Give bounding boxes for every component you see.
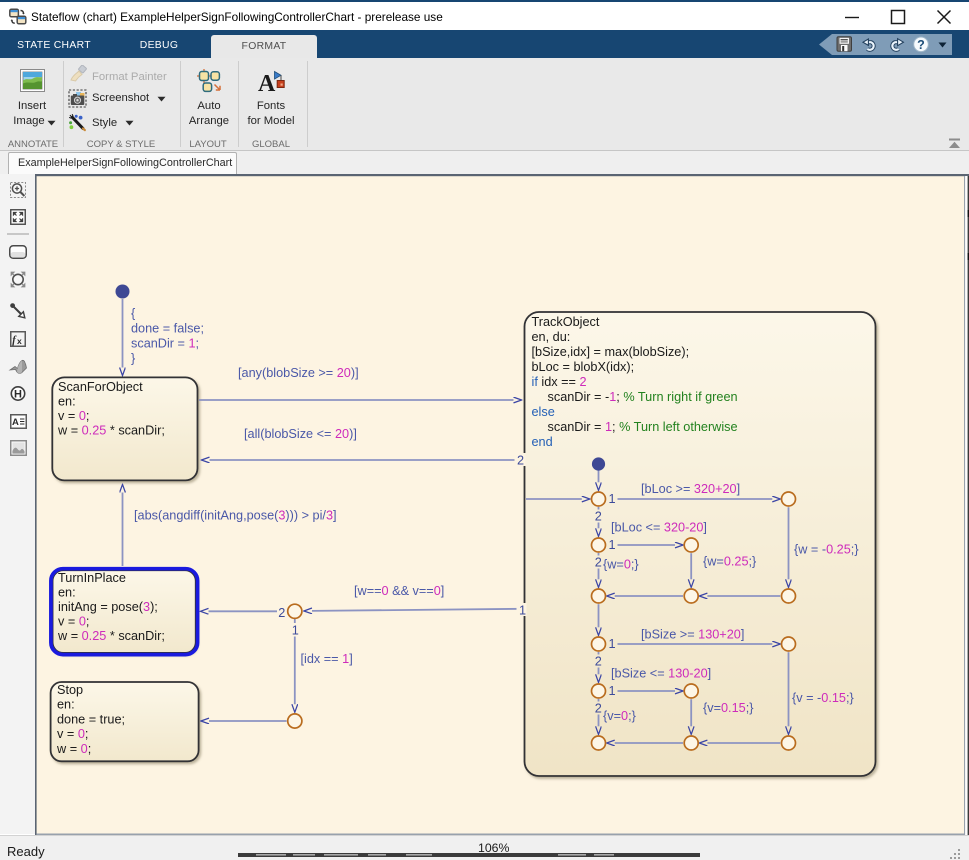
svg-text:H: H (14, 389, 22, 401)
svg-text:[bLoc <= 320-20]: [bLoc <= 320-20] (611, 521, 707, 535)
svg-text:ScanForObject: ScanForObject (58, 380, 143, 394)
svg-text:2: 2 (595, 655, 602, 669)
svg-text:en:: en: (57, 698, 75, 712)
svg-text:2: 2 (278, 606, 285, 620)
svg-text:2: 2 (595, 510, 602, 524)
svg-text:initAng = pose(3);: initAng = pose(3); (58, 600, 158, 614)
svg-text:[bSize <= 130-20]: [bSize <= 130-20] (611, 667, 711, 681)
svg-text:{v = -0.15;}: {v = -0.15;} (792, 691, 854, 705)
svg-text:1: 1 (609, 538, 616, 552)
svg-text:[abs(angdiff(initAng,pose(3))): [abs(angdiff(initAng,pose(3))) > pi/3] (134, 509, 337, 523)
svg-text:v = 0;: v = 0; (57, 727, 88, 741)
svg-text:v = 0;: v = 0; (58, 615, 89, 629)
svg-text:{v=0.15;}: {v=0.15;} (703, 701, 754, 715)
svg-text:[w==0 && v==0]: [w==0 && v==0] (354, 584, 444, 598)
svg-text:1: 1 (609, 684, 616, 698)
svg-text:2: 2 (517, 454, 524, 468)
svg-text:en:: en: (58, 586, 76, 600)
svg-text:done = false;: done = false; (131, 322, 204, 336)
svg-text:v = 0;: v = 0; (58, 409, 89, 423)
svg-text:A: A (12, 417, 19, 428)
svg-text:[bLoc >= 320+20]: [bLoc >= 320+20] (641, 482, 740, 496)
svg-text:end: end (532, 435, 553, 449)
svg-text:A: A (258, 71, 276, 94)
svg-text:1: 1 (519, 604, 526, 618)
svg-text:{w=0.25;}: {w=0.25;} (703, 555, 757, 569)
svg-text:{v=0;}: {v=0;} (603, 709, 637, 723)
svg-text:if idx == 2: if idx == 2 (532, 375, 587, 389)
svg-text:1: 1 (292, 624, 299, 638)
svg-text:TurnInPlace: TurnInPlace (58, 571, 126, 585)
svg-text:[all(blobSize <= 20)]: [all(blobSize <= 20)] (244, 427, 357, 441)
svg-text:[idx == 1]: [idx == 1] (301, 652, 353, 666)
svg-text:[any(blobSize >= 20)]: [any(blobSize >= 20)] (238, 366, 359, 380)
svg-text:w = 0;: w = 0; (56, 742, 91, 756)
svg-text:2: 2 (595, 556, 602, 570)
svg-text:{w=0;}: {w=0;} (603, 558, 639, 572)
svg-text:w = 0.25 * scanDir;: w = 0.25 * scanDir; (57, 629, 165, 643)
svg-text:Stop: Stop (57, 683, 83, 697)
svg-text:en:: en: (58, 395, 76, 409)
svg-text:[bSize >= 130+20]: [bSize >= 130+20] (641, 628, 744, 642)
svg-text:TrackObject: TrackObject (532, 315, 600, 329)
svg-text:1: 1 (609, 492, 616, 506)
svg-text:bLoc = blobX(idx);: bLoc = blobX(idx); (532, 360, 635, 374)
svg-text:2: 2 (595, 702, 602, 716)
svg-text:1: 1 (609, 637, 616, 651)
svg-text:[bSize,idx] = max(blobSize);: [bSize,idx] = max(blobSize); (532, 345, 690, 359)
svg-text:done = true;: done = true; (57, 712, 125, 726)
svg-text:w = 0.25 * scanDir;: w = 0.25 * scanDir; (57, 424, 165, 438)
svg-text:scanDir = -1; % Turn right if: scanDir = -1; % Turn right if green (548, 390, 738, 404)
svg-text:else: else (532, 405, 555, 419)
svg-text:{w = -0.25;}: {w = -0.25;} (794, 543, 859, 557)
svg-text:x: x (17, 336, 22, 346)
svg-text:scanDir = 1; % Turn left other: scanDir = 1; % Turn left otherwise (548, 420, 738, 434)
svg-text:scanDir = 1;: scanDir = 1; (131, 337, 199, 351)
svg-text:en, du:: en, du: (532, 330, 571, 344)
svg-text:?: ? (917, 38, 925, 52)
